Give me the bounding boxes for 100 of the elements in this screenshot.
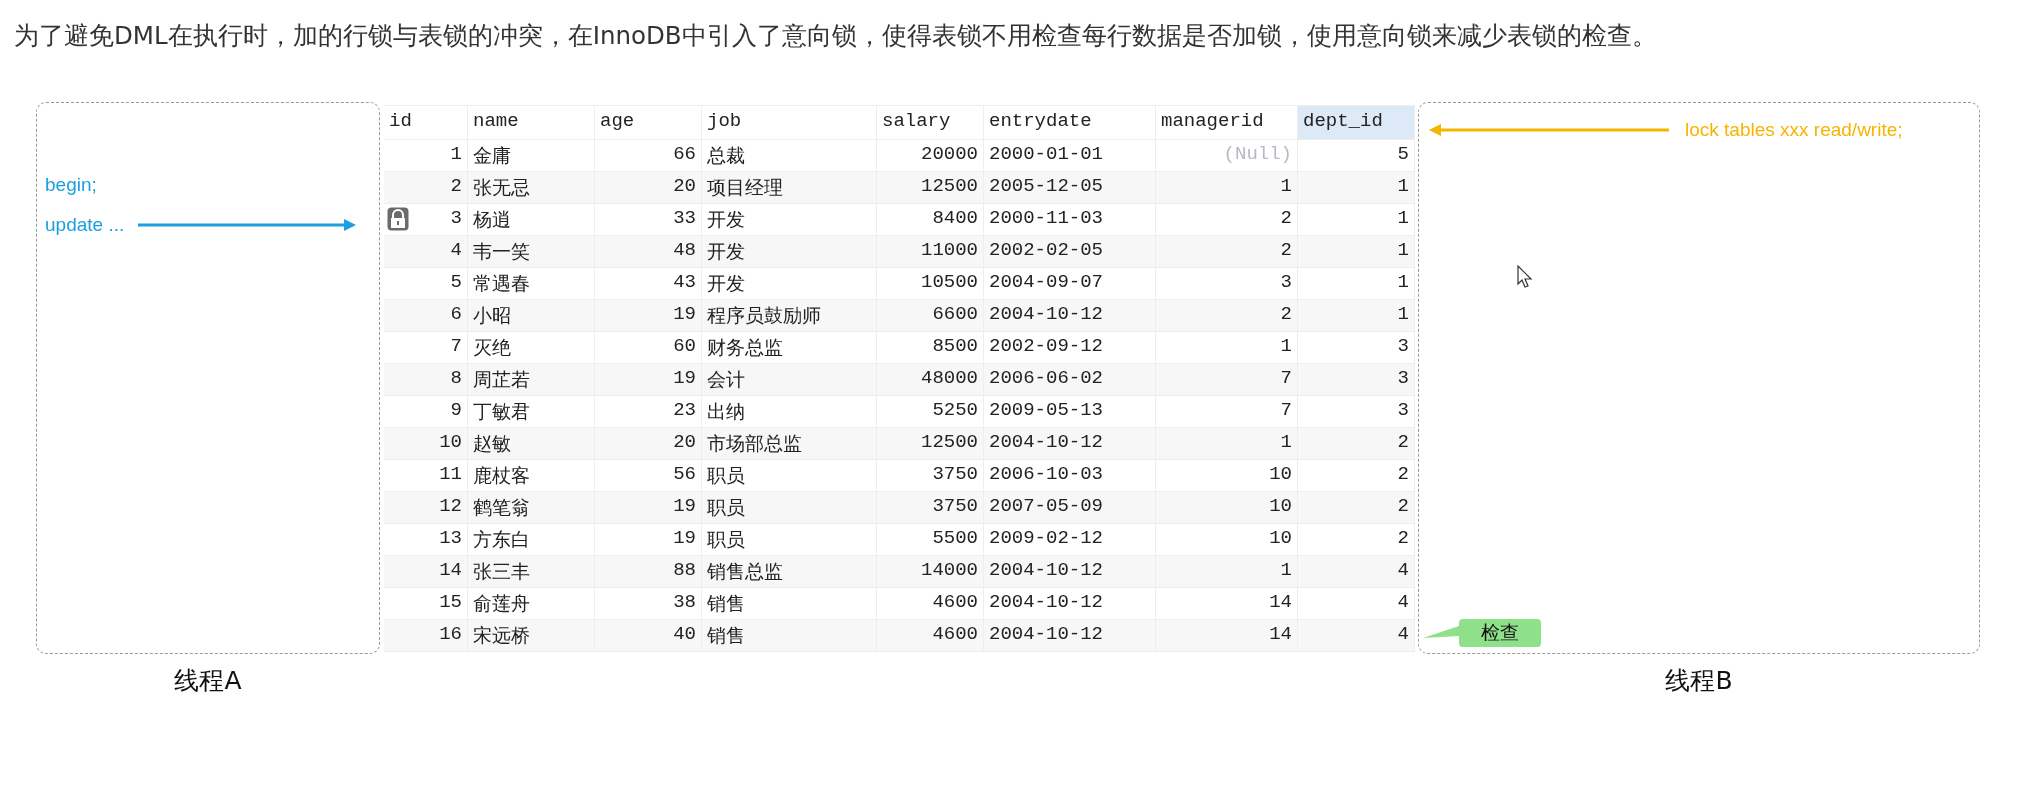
table-cell-text: 14 [439, 559, 462, 583]
table-cell-text: 程序员鼓励师 [707, 305, 821, 330]
table-cell-text: 1 [450, 143, 462, 167]
table-cell-text: 1 [1397, 303, 1409, 327]
table-cell-text: 鹤笔翁 [473, 497, 530, 522]
table-cell-text: 14 [1269, 623, 1292, 647]
table-cell-text: 48000 [921, 367, 978, 391]
table-cell-text: 5500 [932, 527, 978, 551]
table-cell-text: 2 [1397, 431, 1409, 455]
sql-statement: begin; [45, 174, 97, 196]
table-cell-text: 12500 [921, 175, 978, 199]
table-cell-text: 3 [1397, 335, 1409, 359]
table-cell-text: 4 [1397, 623, 1409, 647]
table-cell-text: 1 [1280, 431, 1292, 455]
table-cell-text: 88 [673, 559, 696, 583]
table-cell-text: 7 [1280, 367, 1292, 391]
table-cell-text: 4 [1397, 559, 1409, 583]
table-cell-text: 鹿杖客 [473, 465, 530, 490]
table-cell-text: 20 [673, 175, 696, 199]
lock-icon [387, 207, 409, 231]
table-cell-text: 3750 [932, 463, 978, 487]
table-row[interactable]: 16 宋远桥 40 销售 4600 2004-10-12 14 4 [384, 620, 1415, 652]
table-cell-text: 销售总监 [707, 561, 783, 586]
table-row[interactable]: 8 周芷若 19 会计 48000 2006-06-02 7 3 [384, 364, 1415, 396]
table-cell-text: 1 [1397, 239, 1409, 263]
table-cell-text: 19 [673, 367, 696, 391]
table-cell-text: 杨逍 [473, 209, 511, 234]
table-cell-text: 3750 [932, 495, 978, 519]
table-cell-text: 灭绝 [473, 337, 511, 362]
table-cell-text: 1 [1280, 175, 1292, 199]
column-header[interactable]: age [595, 106, 702, 140]
table-cell-text: 职员 [707, 465, 745, 490]
table-cell-text: 10 [1269, 527, 1292, 551]
table-cell-text: 2004-10-12 [989, 431, 1104, 455]
table-cell-text: 43 [673, 271, 696, 295]
table-row[interactable]: 6 小昭 19 程序员鼓励师 6600 2004-10-12 2 1 [384, 300, 1415, 332]
table-row[interactable]: 14 张三丰 88 销售总监 14000 2004-10-12 1 4 [384, 556, 1415, 588]
table-cell-text: 市场部总监 [707, 433, 802, 458]
table-cell-text: 2 [1397, 463, 1409, 487]
table-cell-text: 金庸 [473, 145, 511, 170]
thread-label: 线程B [1665, 665, 1733, 697]
table-cell-text: 14 [1269, 591, 1292, 615]
table-cell-text: 8500 [932, 335, 978, 359]
table-cell-text: 38 [673, 591, 696, 615]
table-cell-text: 赵敏 [473, 433, 511, 458]
table-cell-text: 66 [673, 143, 696, 167]
table-cell-text: 19 [673, 495, 696, 519]
table-cell-text: 15 [439, 591, 462, 615]
table-cell-text: 2 [1397, 527, 1409, 551]
table-row[interactable]: 2 张无忌 20 项目经理 12500 2005-12-05 1 1 [384, 172, 1415, 204]
table-cell-text: 6600 [932, 303, 978, 327]
arrow-icon [1429, 124, 1669, 136]
table-cell-text: 9 [450, 399, 462, 423]
table-cell-text: 3 [450, 207, 462, 231]
table-cell-text: 2005-12-05 [989, 175, 1104, 199]
table-cell-text: 13 [439, 527, 462, 551]
table-row[interactable]: 10 赵敏 20 市场部总监 12500 2004-10-12 1 2 [384, 428, 1415, 460]
table-cell-text: 2004-10-12 [989, 559, 1104, 583]
table-cell-text: 2 [1280, 239, 1292, 263]
table-cell-text: 方东白 [473, 529, 530, 554]
table-cell-text: 4 [450, 239, 462, 263]
table-cell-text: 60 [673, 335, 696, 359]
table-row[interactable]: 4 韦一笑 48 开发 11000 2002-02-05 2 1 [384, 236, 1415, 268]
table-cell-text: 19 [673, 303, 696, 327]
sql-statement: update ... [45, 214, 125, 236]
table-cell-text: 2000-11-03 [989, 207, 1104, 231]
table-cell-text: 4 [1397, 591, 1409, 615]
table-cell-text: 宋远桥 [473, 625, 530, 650]
table-cell-text: 8400 [932, 207, 978, 231]
table-cell-text: 出纳 [707, 401, 745, 426]
table-cell-text: 张无忌 [473, 177, 530, 202]
column-header[interactable]: salary [877, 106, 984, 140]
table-cell-text: 销售 [707, 593, 745, 618]
table-row[interactable]: 12 鹤笔翁 19 职员 3750 2007-05-09 10 2 [384, 492, 1415, 524]
table-cell-text: 丁敏君 [473, 401, 530, 426]
table-cell-text: 2009-02-12 [989, 527, 1104, 551]
table-cell-text: 2 [450, 175, 462, 199]
table-cell-text: 5 [1397, 143, 1409, 167]
column-header[interactable]: id [384, 106, 468, 140]
table-cell-text: 2002-09-12 [989, 335, 1104, 359]
table-cell-text: 项目经理 [707, 177, 783, 202]
table-cell-text: 12 [439, 495, 462, 519]
column-header[interactable]: job [702, 106, 877, 140]
table-cell-text: 2006-10-03 [989, 463, 1104, 487]
column-header[interactable]: name [468, 106, 595, 140]
table-cell-text: 4600 [932, 591, 978, 615]
table-cell-text: 职员 [707, 497, 745, 522]
table-cell-text: 10 [1269, 495, 1292, 519]
table-cell-text: 1 [1280, 335, 1292, 359]
table-cell-text: 10 [1269, 463, 1292, 487]
column-header[interactable]: dept_id [1298, 106, 1415, 140]
table-cell-text: 7 [1280, 399, 1292, 423]
table-cell-text: 8 [450, 367, 462, 391]
table-cell-text: 2 [1280, 303, 1292, 327]
table-cell-text: 6 [450, 303, 462, 327]
table-cell-text: 10 [439, 431, 462, 455]
table-cell-text: 3 [1397, 399, 1409, 423]
table-cell-text: 48 [673, 239, 696, 263]
table-cell-text: 2009-05-13 [989, 399, 1104, 423]
column-header[interactable]: entrydate [984, 106, 1156, 140]
